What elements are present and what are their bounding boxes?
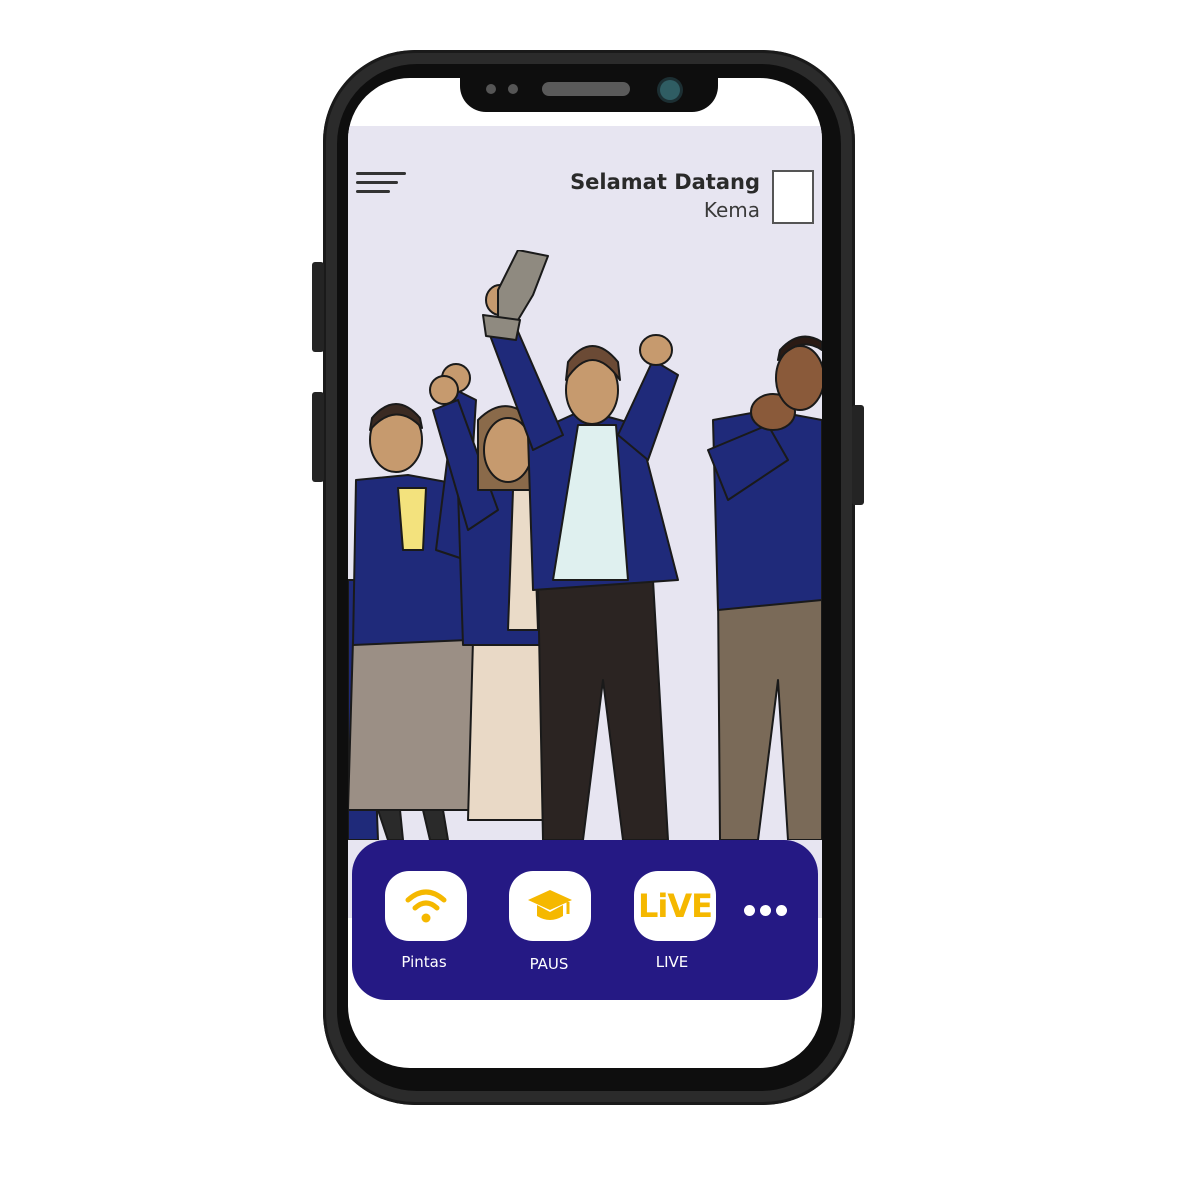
pintas-button[interactable] <box>385 871 467 941</box>
graduates-illustration <box>348 250 822 840</box>
volume-button <box>312 262 324 352</box>
wifi-icon <box>405 889 447 923</box>
live-button[interactable]: LiVE <box>634 871 716 941</box>
front-camera <box>660 80 680 100</box>
sensor-dot <box>486 84 496 94</box>
avatar[interactable] <box>772 170 814 224</box>
live-label: LIVE <box>655 953 689 971</box>
more-dots-icon[interactable] <box>744 903 788 917</box>
paus-button[interactable] <box>509 871 591 941</box>
volume-button <box>312 392 324 482</box>
speaker-grille <box>542 82 630 96</box>
paus-label: PAUS <box>529 955 569 973</box>
sensor-dot <box>508 84 518 94</box>
pintas-label: Pintas <box>401 953 447 971</box>
graduation-cap-icon <box>528 890 572 920</box>
greeting-title: Selamat Datang <box>570 170 760 194</box>
live-icon: LiVE <box>638 887 713 925</box>
power-button <box>852 405 864 505</box>
user-name: Kema <box>703 198 760 222</box>
hamburger-menu-icon[interactable] <box>356 170 408 196</box>
